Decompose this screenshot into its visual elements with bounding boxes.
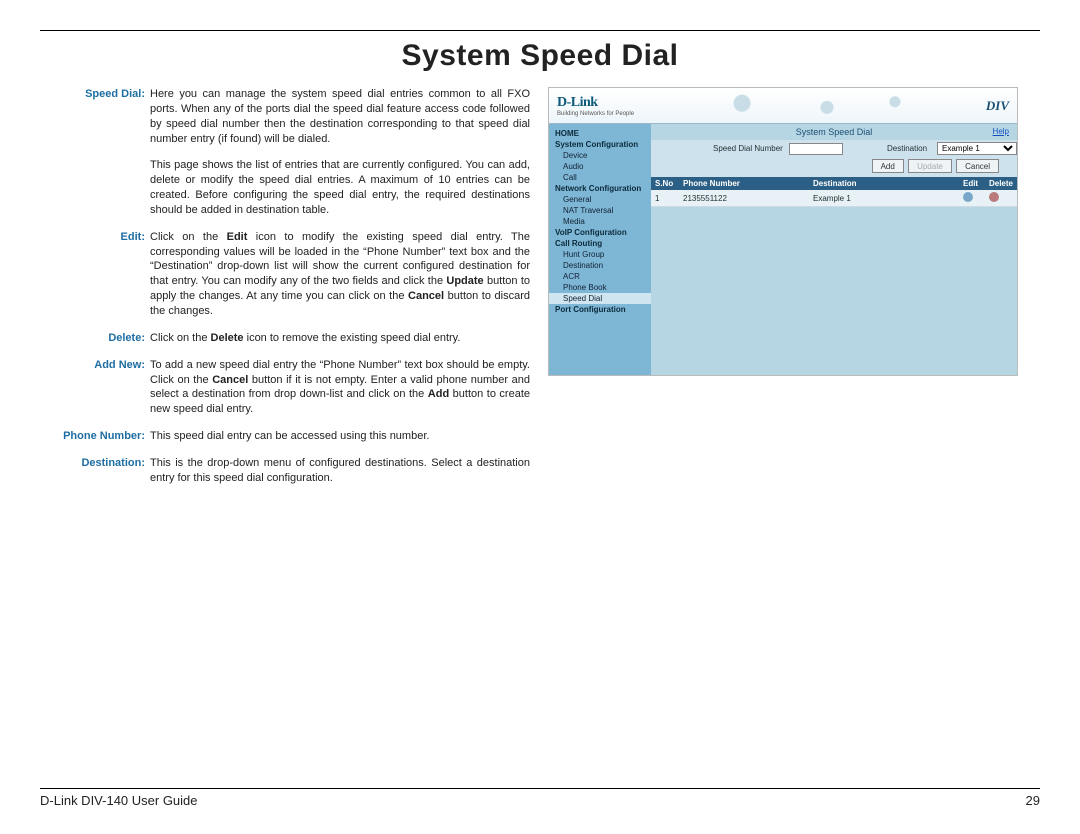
th-sno: S.No (651, 177, 679, 190)
worldmap-icon (640, 92, 980, 120)
speed-dial-table: S.No Phone Number Destination Edit Delet… (651, 177, 1017, 207)
def-paragraph: Click on the Edit icon to modify the exi… (150, 230, 530, 319)
nav-item[interactable]: System Configuration (549, 139, 651, 150)
table-row: 1 2135551122 Example 1 (651, 190, 1017, 207)
brand-logo: D-Link (557, 95, 634, 111)
nav-subitem[interactable]: NAT Traversal (549, 205, 651, 216)
main-panel: System Speed Dial Help Speed Dial Number… (651, 124, 1017, 375)
cell-phone: 2135551122 (679, 190, 809, 207)
form-row: Speed Dial Number Destination Example 1 (651, 140, 1017, 157)
footer-line: D-Link DIV-140 User Guide 29 (40, 793, 1040, 808)
def-body: This speed dial entry can be accessed us… (150, 429, 530, 444)
page-footer: D-Link DIV-140 User Guide 29 (40, 788, 1040, 808)
def-label: Speed Dial: (40, 87, 150, 218)
brand-tagline: Building Networks for People (557, 111, 634, 117)
content-area: Speed Dial: Here you can manage the syst… (40, 87, 1040, 498)
def-paragraph: Click on the Delete icon to remove the e… (150, 331, 530, 346)
def-edit: Edit: Click on the Edit icon to modify t… (40, 230, 530, 319)
cell-delete (985, 190, 1017, 207)
brand-block: D-Link Building Networks for People (557, 95, 634, 117)
nav-item[interactable]: Call Routing (549, 238, 651, 249)
destination-select[interactable]: Example 1 (937, 142, 1017, 155)
edit-icon[interactable] (963, 192, 973, 202)
def-label: Phone Number: (40, 429, 150, 444)
def-paragraph: This speed dial entry can be accessed us… (150, 429, 530, 444)
th-dest: Destination (809, 177, 959, 190)
button-row: Add Update Cancel (651, 157, 1017, 177)
footer-guide: D-Link DIV-140 User Guide (40, 793, 198, 808)
nav-item[interactable]: HOME (549, 128, 651, 139)
def-paragraph: Here you can manage the system speed dia… (150, 87, 530, 146)
product-code: DIV (986, 98, 1009, 114)
speed-dial-label: Speed Dial Number (713, 144, 783, 153)
def-delete: Delete: Click on the Delete icon to remo… (40, 331, 530, 346)
update-button[interactable]: Update (908, 159, 952, 173)
nav-subitem[interactable]: Media (549, 216, 651, 227)
def-destination: Destination: This is the drop-down menu … (40, 456, 530, 486)
delete-icon[interactable] (989, 192, 999, 202)
def-paragraph: This page shows the list of entries that… (150, 158, 530, 217)
def-label: Delete: (40, 331, 150, 346)
def-paragraph: To add a new speed dial entry the “Phone… (150, 358, 530, 417)
def-speed-dial: Speed Dial: Here you can manage the syst… (40, 87, 530, 218)
nav-subitem[interactable]: Audio (549, 161, 651, 172)
footer-page-number: 29 (1026, 793, 1040, 808)
def-body: Here you can manage the system speed dia… (150, 87, 530, 218)
help-link[interactable]: Help (993, 127, 1009, 136)
section-title-text: System Speed Dial (796, 127, 873, 137)
def-paragraph: This is the drop-down menu of configured… (150, 456, 530, 486)
side-nav: HOMESystem ConfigurationDeviceAudioCallN… (549, 124, 651, 375)
nav-subitem[interactable]: Phone Book (549, 282, 651, 293)
nav-subitem[interactable]: Hunt Group (549, 249, 651, 260)
def-body: Click on the Edit icon to modify the exi… (150, 230, 530, 319)
th-delete: Delete (985, 177, 1017, 190)
top-rule (40, 30, 1040, 31)
section-title-bar: System Speed Dial Help (651, 124, 1017, 140)
def-body: Click on the Delete icon to remove the e… (150, 331, 530, 346)
shot-body: HOMESystem ConfigurationDeviceAudioCallN… (549, 124, 1017, 375)
nav-subitem[interactable]: General (549, 194, 651, 205)
table-header-row: S.No Phone Number Destination Edit Delet… (651, 177, 1017, 190)
page-title: System Speed Dial (40, 39, 1040, 73)
nav-item[interactable]: Network Configuration (549, 183, 651, 194)
add-button[interactable]: Add (872, 159, 904, 173)
def-body: To add a new speed dial entry the “Phone… (150, 358, 530, 417)
destination-label: Destination (887, 144, 931, 153)
speed-dial-input[interactable] (789, 143, 843, 155)
nav-subitem[interactable]: Speed Dial (549, 293, 651, 304)
nav-item[interactable]: VoIP Configuration (549, 227, 651, 238)
th-edit: Edit (959, 177, 985, 190)
nav-subitem[interactable]: ACR (549, 271, 651, 282)
th-phone: Phone Number (679, 177, 809, 190)
def-body: This is the drop-down menu of configured… (150, 456, 530, 486)
def-label: Edit: (40, 230, 150, 319)
footer-rule (40, 788, 1040, 789)
shot-header: D-Link Building Networks for People DIV (549, 88, 1017, 124)
embedded-screenshot: D-Link Building Networks for People DIV … (548, 87, 1018, 376)
nav-subitem[interactable]: Destination (549, 260, 651, 271)
definitions-column: Speed Dial: Here you can manage the syst… (40, 87, 530, 498)
cell-dest: Example 1 (809, 190, 959, 207)
cancel-button[interactable]: Cancel (956, 159, 999, 173)
def-add-new: Add New: To add a new speed dial entry t… (40, 358, 530, 417)
def-label: Destination: (40, 456, 150, 486)
nav-subitem[interactable]: Call (549, 172, 651, 183)
cell-sno: 1 (651, 190, 679, 207)
def-phone-number: Phone Number: This speed dial entry can … (40, 429, 530, 444)
cell-edit (959, 190, 985, 207)
nav-subitem[interactable]: Device (549, 150, 651, 161)
def-label: Add New: (40, 358, 150, 417)
nav-item[interactable]: Port Configuration (549, 304, 651, 315)
